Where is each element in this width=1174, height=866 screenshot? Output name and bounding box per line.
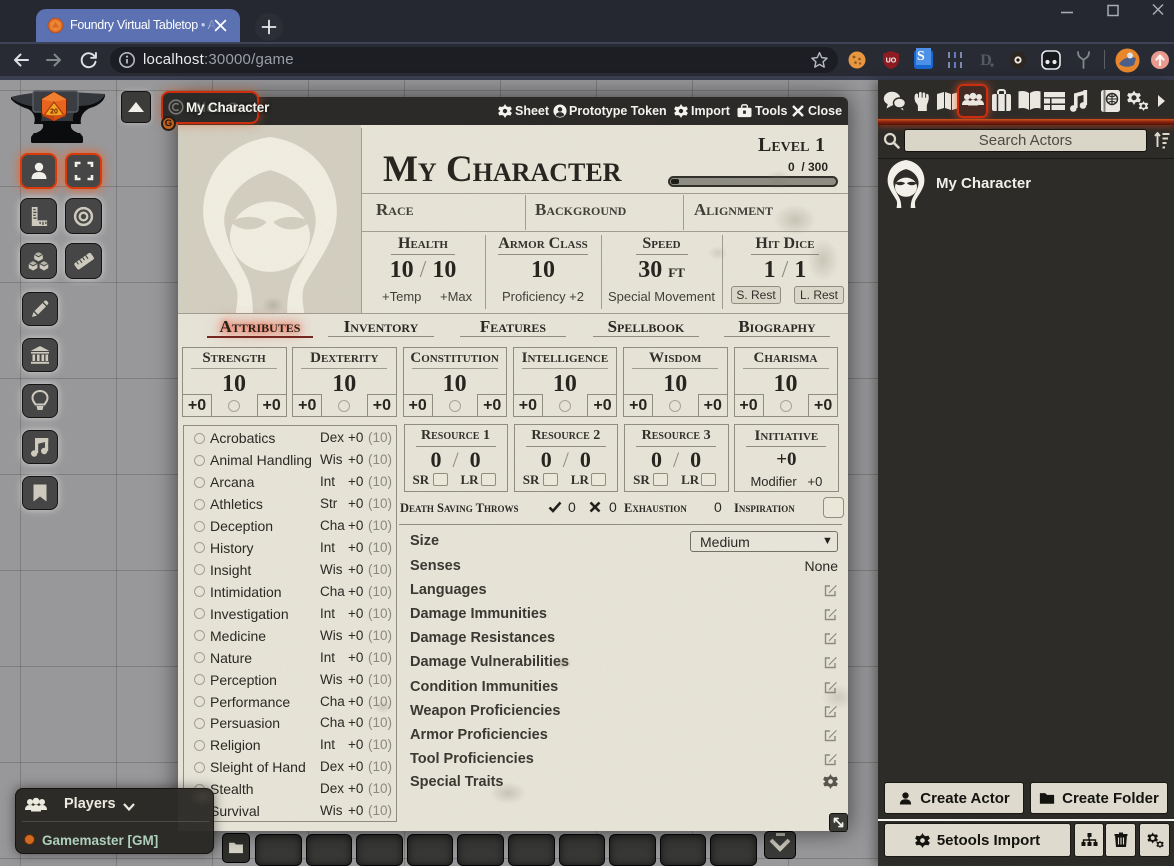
svg-text:UO: UO <box>886 58 897 65</box>
svg-text:D: D <box>980 52 992 69</box>
svg-text:20: 20 <box>50 109 58 116</box>
